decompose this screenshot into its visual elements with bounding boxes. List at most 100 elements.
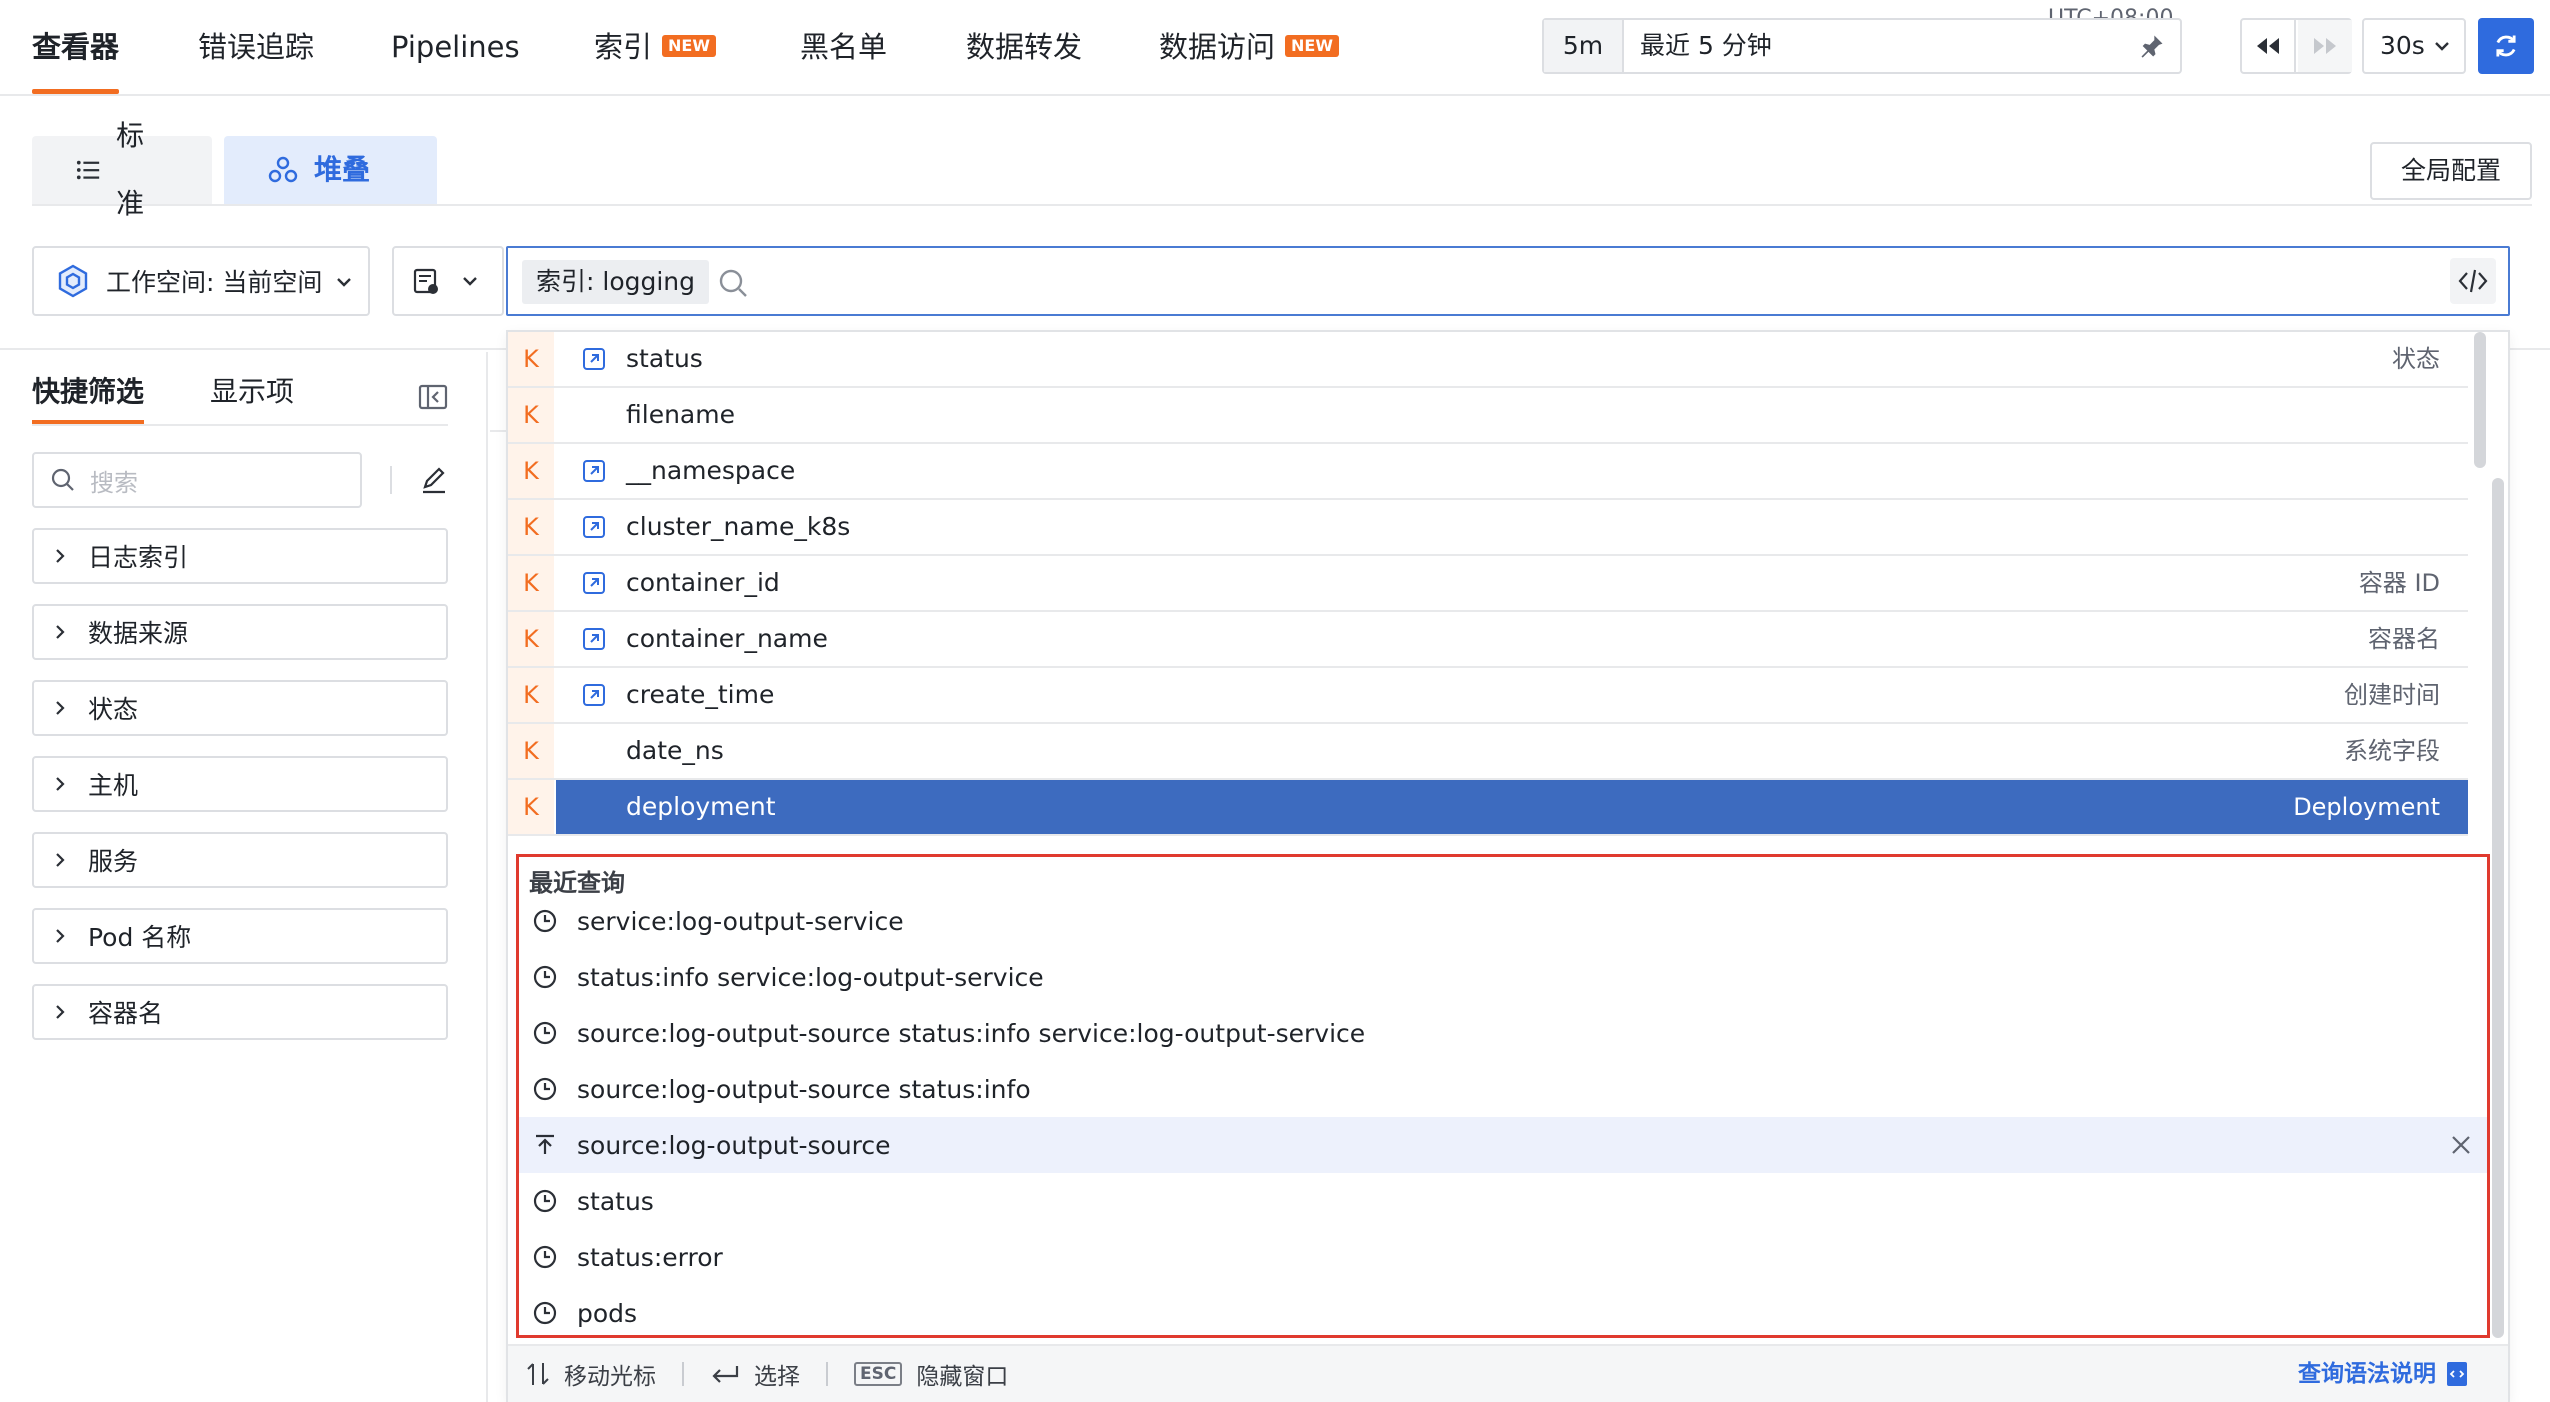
field-name: filename [626, 400, 735, 429]
field-suggestion[interactable]: K create_time 创建时间 [508, 668, 2468, 724]
field-suggestion[interactable]: K date_ns 系统字段 [508, 724, 2468, 780]
tab-label: 索引 [594, 30, 653, 64]
tab-explorer[interactable]: 查看器 [32, 0, 120, 96]
field-list-scrollbar[interactable] [2474, 332, 2486, 468]
hint-hide-window: 隐藏窗口 [916, 1364, 1009, 1390]
data-source-select[interactable] [392, 246, 504, 316]
index-chip[interactable]: 索引: logging [522, 260, 710, 304]
recent-query-item[interactable]: source:log-output-source status:info [519, 1061, 2487, 1117]
query-input[interactable]: 索引: logging [506, 246, 2510, 316]
facet-status[interactable]: 状态 [32, 680, 448, 736]
tab-blacklist[interactable]: 黑名单 [800, 0, 887, 96]
filter-search-input[interactable]: 搜索 [32, 452, 362, 508]
field-suggestion[interactable]: K status 状态 [508, 332, 2468, 388]
field-name: date_ns [626, 736, 724, 765]
tab-label: 数据转发 [966, 30, 1083, 64]
global-config-button[interactable]: 全局配置 [2370, 142, 2532, 200]
field-type-badge: K [508, 668, 554, 722]
field-name: __namespace [626, 456, 796, 485]
field-suggestion[interactable]: K filename [508, 388, 2468, 444]
field-alias: 创建时间 [2344, 681, 2440, 709]
tab-label: 查看器 [32, 30, 120, 64]
facet-pod-name[interactable]: Pod 名称 [32, 908, 448, 964]
dropdown-scrollbar[interactable] [2492, 478, 2504, 1338]
field-suggestion[interactable]: K cluster_name_k8s [508, 500, 2468, 556]
arrow-up-to-top-icon[interactable] [533, 1133, 557, 1157]
facet-container-name[interactable]: 容器名 [32, 984, 448, 1040]
facet-label: 服务 [88, 847, 139, 876]
tab-data-access[interactable]: 数据访问 NEW [1159, 0, 1339, 96]
view-stack-tab[interactable]: 堆叠 [224, 136, 437, 204]
tab-label: Pipelines [391, 30, 520, 64]
view-switch-bar: 标准 堆叠 [32, 119, 2532, 220]
recent-query-item[interactable]: status:info service:log-output-service [519, 949, 2487, 1005]
chevron-right-icon [56, 549, 65, 563]
recent-query-item[interactable]: source:log-output-source status:info ser… [519, 1005, 2487, 1061]
time-back-button[interactable] [2242, 20, 2296, 72]
workspace-select[interactable]: 工作空间: 当前空间 [32, 246, 370, 316]
syntax-help-link[interactable]: 查询语法说明 [2298, 1346, 2468, 1402]
recent-query-item-hovered[interactable]: source:log-output-source [519, 1117, 2487, 1173]
clock-icon [533, 1077, 557, 1101]
divider [826, 1362, 828, 1386]
recent-query-item[interactable]: pods [519, 1285, 2487, 1341]
facet-service[interactable]: 服务 [32, 832, 448, 888]
field-alias: 状态 [2392, 345, 2440, 373]
fast-forward-icon [2314, 38, 2336, 54]
tab-index[interactable]: 索引 NEW [594, 0, 716, 96]
recent-query-item[interactable]: status [519, 1173, 2487, 1229]
facet-log-index[interactable]: 日志索引 [32, 528, 448, 584]
dropdown-footer: 移动光标 选择 ESC 隐藏窗口 查询语法说明 [508, 1344, 2508, 1402]
chevron-right-icon [56, 929, 65, 943]
tab-data-forwarding[interactable]: 数据转发 [966, 0, 1082, 96]
time-forward-button[interactable] [2298, 20, 2352, 72]
time-range-picker[interactable]: 5m 最近 5 分钟 [1542, 18, 2182, 74]
field-suggestion[interactable]: K container_id 容器 ID [508, 556, 2468, 612]
link-icon [583, 628, 605, 650]
up-down-arrows-icon [527, 1363, 549, 1385]
recent-query-text: source:log-output-source [577, 1130, 891, 1160]
field-suggestion-selected[interactable]: K deployment Deployment [508, 780, 2468, 836]
recent-query-item[interactable]: status:error [519, 1229, 2487, 1285]
close-icon[interactable] [2449, 1133, 2473, 1157]
pin-icon[interactable] [2138, 32, 2166, 60]
facet-data-source[interactable]: 数据来源 [32, 604, 448, 660]
recent-query-text: status [577, 1186, 654, 1216]
hint-move-cursor: 移动光标 [564, 1364, 656, 1390]
field-alias: 容器名 [2368, 625, 2440, 653]
chevron-right-icon [56, 1005, 65, 1019]
field-name: create_time [626, 680, 775, 709]
recent-query-item[interactable]: service:log-output-service [519, 893, 2487, 949]
tab-error-tracking[interactable]: 错误追踪 [198, 0, 314, 96]
field-suggestion[interactable]: K container_name 容器名 [508, 612, 2468, 668]
recent-query-text: service:log-output-service [577, 906, 904, 936]
code-mode-button[interactable] [2450, 258, 2496, 304]
tab-display-items[interactable]: 显示项 [210, 372, 294, 424]
view-standard-tab[interactable]: 标准 [32, 119, 212, 220]
refresh-button[interactable] [2478, 18, 2534, 74]
collapse-sidebar-icon[interactable] [418, 384, 448, 410]
facet-host[interactable]: 主机 [32, 756, 448, 812]
tab-pipelines[interactable]: Pipelines [391, 0, 520, 96]
tab-quick-filter[interactable]: 快捷筛选 [32, 372, 145, 424]
edit-icon[interactable] [420, 466, 448, 494]
recent-query-text: source:log-output-source status:info [577, 1074, 1031, 1104]
field-suggestion[interactable]: K __namespace [508, 444, 2468, 500]
sidebar: 快捷筛选 显示项 搜索 日志索引 数据来源 状态 主机 服务 Pod 名称 容器… [0, 352, 488, 1402]
chevron-down-icon [463, 277, 477, 286]
view-stack-label: 堆叠 [314, 153, 371, 186]
refresh-interval-select[interactable]: 30s [2362, 18, 2466, 74]
tab-label: 数据访问 [1159, 30, 1276, 64]
recent-query-text: status:info service:log-output-service [577, 962, 1044, 992]
refresh-interval-value: 30s [2380, 31, 2425, 60]
list-icon [76, 160, 100, 180]
field-type-badge: K [508, 444, 554, 498]
sidebar-tabs: 快捷筛选 显示项 [32, 372, 448, 426]
field-name: status [626, 344, 703, 373]
query-suggestion-dropdown: K status 状态 K filename K __namespace K c… [506, 330, 2510, 1402]
clock-icon [533, 1301, 557, 1325]
refresh-icon [2496, 35, 2516, 57]
chevron-right-icon [56, 625, 65, 639]
divider [390, 466, 392, 494]
field-type-badge: K [508, 332, 554, 386]
